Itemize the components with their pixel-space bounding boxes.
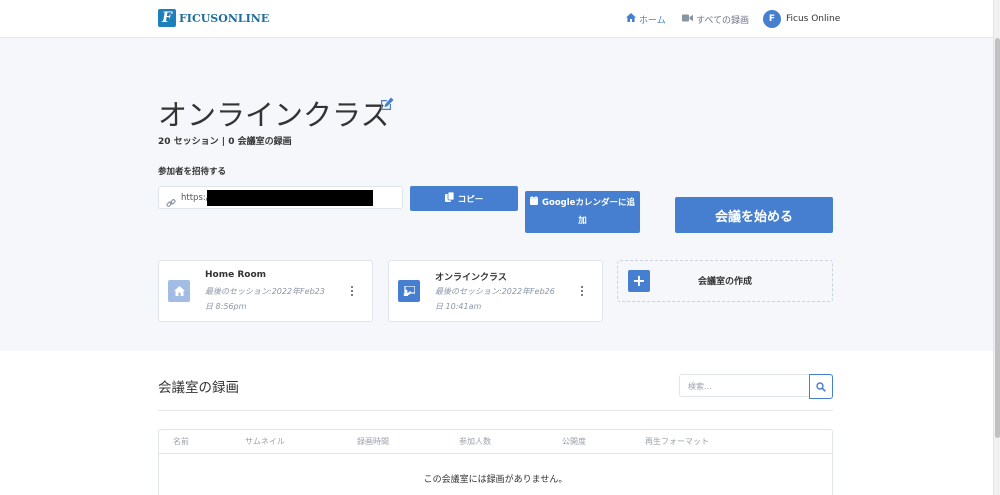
gcal-label-line1: Googleカレンダーに追: [542, 198, 635, 208]
home-icon: [168, 280, 190, 302]
home-icon: [626, 13, 636, 25]
gcal-label-line2: 加: [578, 216, 587, 226]
column-header-formats: 再生フォーマット: [645, 437, 709, 446]
page-scrollbar[interactable]: [993, 0, 1000, 495]
last-session-line2: 日 10:41am: [435, 302, 482, 311]
brand-logo-icon: F: [158, 9, 176, 27]
create-room-card[interactable]: + 会議室の作成: [617, 260, 833, 302]
more-vertical-icon[interactable]: [350, 285, 354, 299]
last-session-line2: 日 8:56pm: [205, 302, 247, 311]
room-card-name: Home Room: [205, 270, 267, 280]
room-stats: 20 セッション | 0 会議室の録画: [158, 137, 292, 147]
scrollbar-thumb[interactable]: [995, 38, 1000, 438]
user-name: Ficus Online: [786, 14, 841, 24]
brand-logo-link[interactable]: F FICUSONLINE: [158, 9, 269, 27]
calendar-icon: [530, 194, 539, 212]
google-calendar-button[interactable]: Googleカレンダーに追 加: [525, 191, 640, 233]
nav-recordings-label: すべての録画: [696, 15, 750, 26]
brand-name: FICUSONLINE: [179, 11, 270, 25]
room-card-last-session: 最後のセッション:2022年Feb26 日 10:41am: [435, 284, 565, 314]
copy-button-label: コピー: [457, 194, 484, 205]
table-header: 名前 サムネイル 録画時間 参加人数 公開度 再生フォーマット: [159, 430, 832, 454]
last-session-line1: 最後のセッション:2022年Feb23: [205, 287, 325, 296]
recordings-table: 名前 サムネイル 録画時間 参加人数 公開度 再生フォーマット この会議室には録…: [158, 429, 833, 495]
room-card-home-room[interactable]: Home Room 最後のセッション:2022年Feb23 日 8:56pm: [158, 260, 373, 322]
invite-url-field[interactable]: https://: [158, 186, 403, 209]
copy-button[interactable]: コピー: [410, 186, 518, 211]
nav-home-label: ホーム: [639, 15, 666, 26]
chalkboard-icon: [398, 280, 420, 302]
user-menu[interactable]: F Ficus Online: [763, 9, 840, 29]
nav-home-link[interactable]: ホーム: [626, 9, 666, 29]
search-placeholder: 検索...: [688, 382, 712, 391]
more-vertical-icon[interactable]: [580, 285, 584, 299]
recordings-title: 会議室の録画: [158, 380, 239, 396]
create-room-label: 会議室の作成: [698, 277, 753, 287]
column-header-thumbnail: サムネイル: [245, 437, 285, 446]
top-navbar: F FICUSONLINE ホーム すべての録画 F Ficus Online: [0, 0, 993, 38]
recordings-search-input[interactable]: 検索...: [679, 374, 810, 397]
room-card-name: オンラインクラス: [435, 273, 507, 283]
room-card-last-session: 最後のセッション:2022年Feb23 日 8:56pm: [205, 284, 335, 314]
edit-icon[interactable]: [380, 96, 394, 110]
column-header-visibility: 公開度: [562, 437, 586, 446]
last-session-line1: 最後のセッション:2022年Feb26: [435, 287, 555, 296]
search-button[interactable]: [809, 374, 833, 399]
redacted-url-block: [207, 190, 373, 206]
search-icon: [816, 377, 826, 396]
page-title: オンラインクラス: [158, 98, 390, 132]
plus-icon: +: [628, 270, 650, 292]
avatar: F: [763, 10, 781, 28]
divider: [158, 410, 833, 411]
nav-recordings-link[interactable]: すべての録画: [682, 9, 749, 29]
invite-label: 参加者を招待する: [158, 167, 227, 177]
column-header-name: 名前: [173, 437, 189, 446]
link-icon: [166, 193, 176, 207]
column-header-users: 参加人数: [459, 437, 491, 446]
copy-icon: [444, 191, 455, 205]
video-camera-icon: [682, 14, 693, 25]
start-meeting-button[interactable]: 会議を始める: [675, 197, 833, 233]
column-header-length: 録画時間: [357, 437, 389, 446]
room-card-online-class[interactable]: オンラインクラス 最後のセッション:2022年Feb26 日 10:41am: [388, 260, 603, 322]
empty-state-message: この会議室には録画がありません。: [423, 475, 568, 485]
